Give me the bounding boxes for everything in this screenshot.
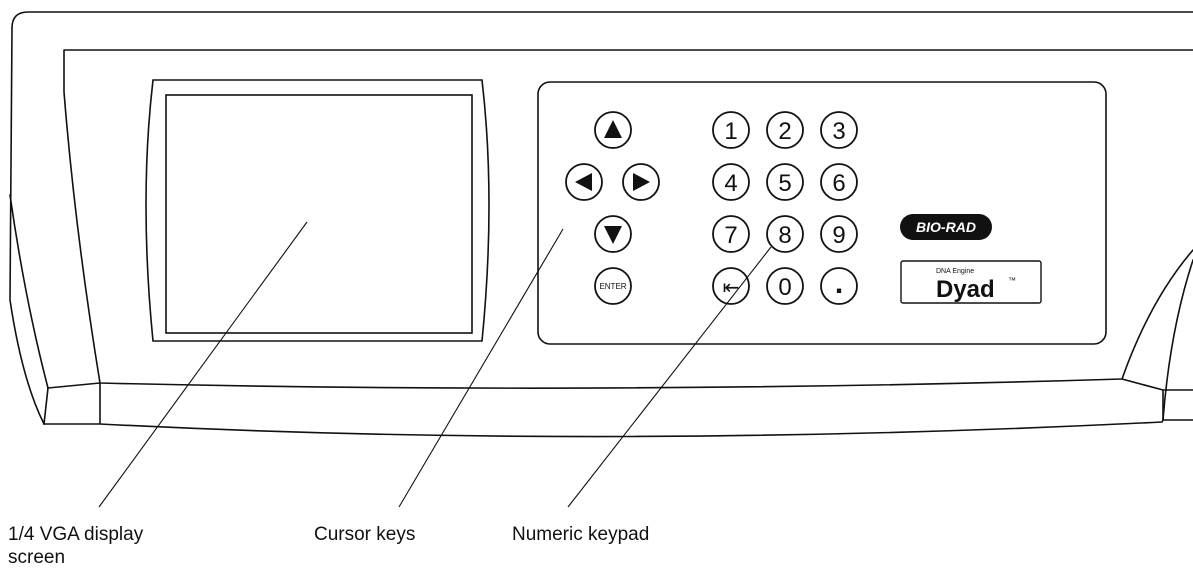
enter-label: ENTER (599, 282, 626, 291)
dna-engine-dyad-badge: DNA Engine Dyad ™ (900, 260, 1042, 304)
key-8[interactable]: 8 (766, 215, 804, 253)
housing-outline (11, 11, 1193, 29)
bio-rad-logo: BIO-RAD (900, 214, 992, 240)
key-6[interactable]: 6 (820, 163, 858, 201)
key-1-label: 1 (724, 118, 737, 145)
key-2[interactable]: 2 (766, 111, 804, 149)
key-2-label: 2 (778, 118, 791, 145)
callout-display-screen: 1/4 VGA display screen (8, 523, 143, 569)
decimal-button[interactable]: . (820, 267, 858, 305)
bezel-face (63, 49, 1193, 389)
key-4[interactable]: 4 (712, 163, 750, 201)
key-5-label: 5 (778, 170, 791, 197)
diagram-canvas: ENTER 1 2 3 4 5 6 7 8 9 ⇤ 0 . BIO-RAD DN… (0, 0, 1193, 573)
cursor-down-button[interactable] (594, 215, 632, 253)
callout-display-line2: screen (8, 547, 66, 568)
instrument-front-panel: ENTER 1 2 3 4 5 6 7 8 9 ⇤ 0 . BIO-RAD DN… (9, 11, 1193, 508)
cursor-right-button[interactable] (622, 163, 660, 201)
key-3-label: 3 (832, 118, 845, 145)
housing-left-wall (9, 194, 49, 425)
key-5[interactable]: 5 (766, 163, 804, 201)
display-screen (145, 79, 490, 342)
key-9-label: 9 (832, 222, 845, 249)
key-6-label: 6 (832, 170, 845, 197)
key-4-label: 4 (724, 170, 737, 197)
cursor-left-button[interactable] (565, 163, 603, 201)
bio-rad-logo-text: BIO-RAD (916, 219, 976, 235)
leader-line-cursor-keys (398, 228, 564, 508)
key-0-label: 0 (778, 274, 791, 301)
key-9[interactable]: 9 (820, 215, 858, 253)
callout-display-line1: 1/4 VGA display (8, 524, 144, 545)
key-7[interactable]: 7 (712, 215, 750, 253)
key-0[interactable]: 0 (766, 267, 804, 305)
key-1[interactable]: 1 (712, 111, 750, 149)
cursor-up-button[interactable] (594, 111, 632, 149)
backspace-icon: ⇤ (723, 277, 740, 299)
callout-numeric-keypad: Numeric keypad (512, 524, 650, 545)
badge-trademark: ™ (1008, 276, 1016, 285)
numeric-keypad: 1 2 3 4 5 6 7 8 9 ⇤ 0 . (712, 111, 858, 305)
key-7-label: 7 (724, 222, 737, 249)
cursor-key-cluster: ENTER (565, 111, 660, 305)
badge-product-name: Dyad (936, 276, 995, 303)
callout-cursor-keys: Cursor keys (314, 524, 416, 545)
key-3[interactable]: 3 (820, 111, 858, 149)
badge-line1: DNA Engine (936, 268, 974, 275)
key-8-label: 8 (778, 222, 791, 249)
enter-button[interactable]: ENTER (594, 267, 632, 305)
leader-line-display (98, 221, 308, 508)
decimal-label: . (835, 267, 843, 300)
